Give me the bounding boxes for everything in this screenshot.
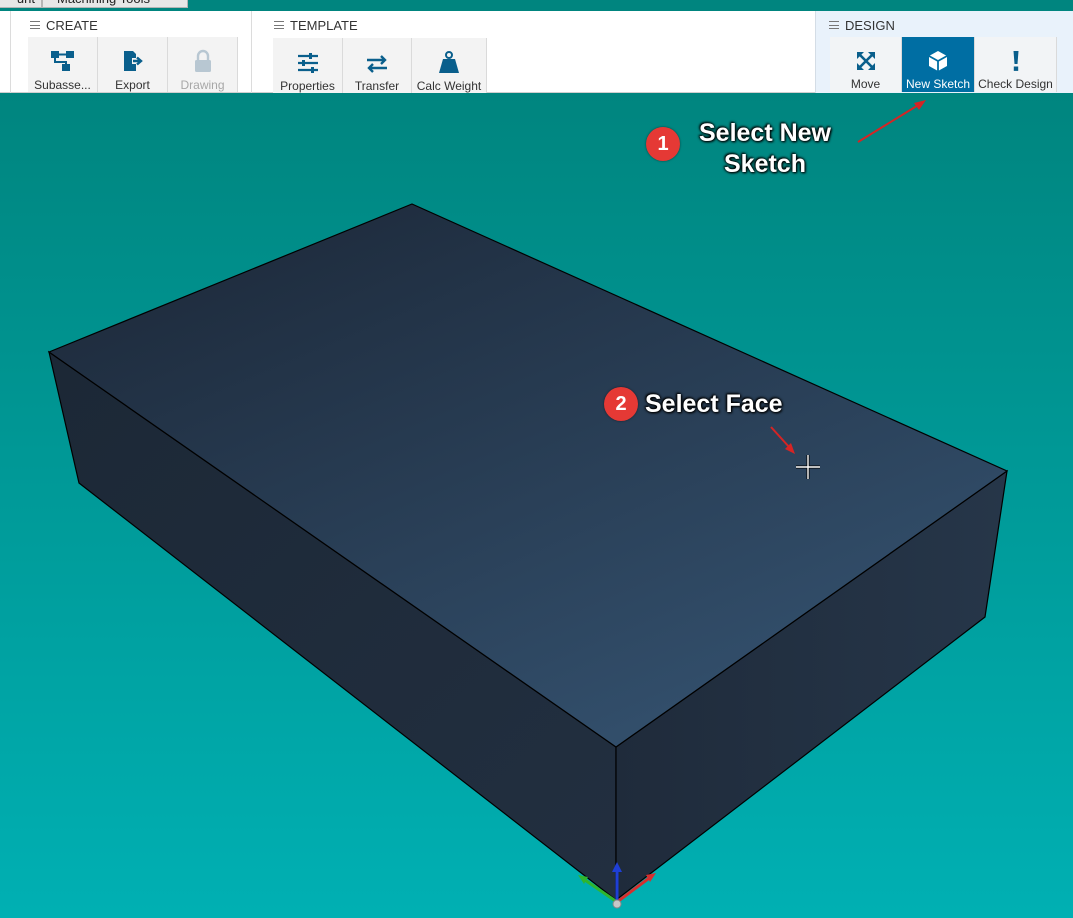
weight-icon [438, 46, 460, 74]
drawing-button[interactable]: Drawing [168, 37, 238, 92]
callout-select-face: Select Face [645, 390, 783, 418]
tab-document[interactable]: unt [0, 0, 42, 8]
calc-weight-label: Calc Weight [416, 79, 482, 93]
group-header-design: DESIGN [829, 17, 895, 33]
menu-icon[interactable] [829, 21, 839, 29]
callout-line: Sketch [724, 150, 806, 178]
drawing-label: Drawing [180, 78, 225, 92]
step-badge-1: 1 [646, 127, 680, 161]
transfer-icon [365, 46, 389, 74]
move-button[interactable]: Move [830, 37, 902, 92]
step-badge-2: 2 [604, 387, 638, 421]
ribbon-group-design: DESIGN Move New Sketch Check Design [815, 11, 1073, 93]
hierarchy-icon [50, 45, 76, 73]
exclamation-icon [1011, 44, 1021, 72]
group-title: TEMPLATE [290, 17, 358, 33]
subassembly-button[interactable]: Subasse... [28, 37, 98, 92]
group-title: CREATE [46, 17, 98, 33]
ribbon-toolbar: CREATE Subasse... Export Drawing TEMPLAT… [0, 11, 1073, 93]
ribbon-group-template: TEMPLATE Properties Transfer Calc Weight [251, 11, 814, 93]
transfer-button[interactable]: Transfer [343, 38, 412, 93]
tab-machining-tools[interactable]: Machining Tools [42, 0, 188, 8]
export-label: Export [115, 78, 150, 92]
check-design-button[interactable]: Check Design [975, 37, 1057, 92]
export-button[interactable]: Export [98, 37, 168, 92]
new-sketch-label: New Sketch [905, 77, 971, 91]
3d-viewport[interactable] [0, 93, 1073, 918]
subassembly-label: Subasse... [34, 78, 91, 92]
sliders-icon [296, 46, 320, 74]
properties-button[interactable]: Properties [273, 38, 343, 93]
transfer-label: Transfer [354, 79, 400, 93]
properties-label: Properties [280, 79, 335, 93]
callout-select-new-sketch: Select New Sketch [690, 118, 840, 180]
calc-weight-button[interactable]: Calc Weight [412, 38, 487, 93]
menu-icon[interactable] [30, 21, 40, 29]
viewport-canvas[interactable] [0, 93, 1073, 918]
move-icon [855, 44, 877, 72]
cube-icon [927, 44, 949, 72]
document-tab-strip: unt Machining Tools [0, 0, 1073, 11]
check-design-label: Check Design [978, 77, 1053, 91]
move-label: Move [850, 77, 881, 91]
group-header-template: TEMPLATE [274, 17, 358, 33]
lock-icon [192, 45, 214, 73]
callout-line: Select New [698, 119, 831, 147]
group-title: DESIGN [845, 17, 895, 33]
ribbon-group-create: CREATE Subasse... Export Drawing [10, 11, 252, 93]
group-header-create: CREATE [30, 17, 98, 33]
new-sketch-button[interactable]: New Sketch [902, 37, 975, 92]
menu-icon[interactable] [274, 21, 284, 29]
export-icon [121, 45, 145, 73]
